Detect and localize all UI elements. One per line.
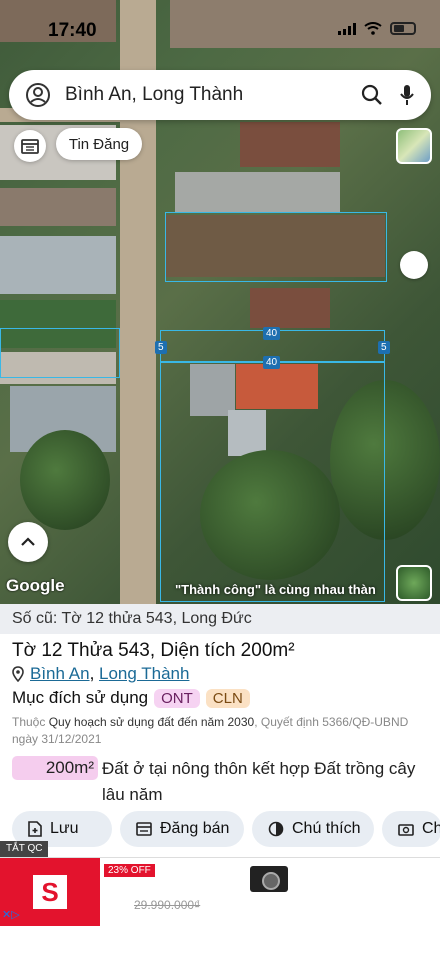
map-banner-text: "Thành công" là cùng nhau thàn — [175, 582, 376, 597]
layer-switch-button[interactable] — [396, 128, 432, 164]
tin-dang-label: Tin Đăng — [68, 135, 130, 153]
signal-icon — [338, 22, 356, 35]
location-dot-button[interactable] — [400, 251, 428, 279]
ad-product[interactable]: 23% OFF 29.990.000₫ — [100, 858, 440, 926]
land-purpose-row: Mục đích sử dụng ONT CLN — [12, 688, 250, 708]
area-description: Đất ở tại nông thôn kết hợp Đất trồng câ… — [102, 759, 416, 804]
post-sale-button[interactable]: Đăng bán — [120, 811, 244, 847]
search-query[interactable]: Bình An, Long Thành — [65, 84, 361, 106]
parcel-edge-label: 40 — [263, 327, 281, 340]
parcel-edge-label: 5 — [378, 341, 390, 354]
parcel-edge-label: 40 — [263, 356, 281, 369]
planning-info: Thuộc Quy hoạch sử dụng đất đến năm 2030… — [12, 714, 432, 748]
ad-logo-letter: S — [33, 875, 67, 909]
tin-dang-chip[interactable]: Tin Đăng — [56, 128, 142, 160]
roof — [0, 188, 116, 226]
camera-icon — [398, 822, 414, 836]
action-bar: Lưu Đăng bán Chú thích Ch — [12, 811, 440, 847]
roof — [250, 288, 330, 328]
tree — [20, 430, 110, 530]
calendar-icon — [21, 138, 39, 154]
search-icon[interactable] — [361, 84, 383, 106]
ad-close-icon[interactable]: ✕▷ — [2, 908, 20, 921]
purpose-label: Mục đích sử dụng — [12, 688, 149, 707]
roof — [175, 172, 340, 212]
wifi-icon — [364, 22, 382, 35]
purpose-tag-ont: ONT — [154, 688, 200, 708]
map-view[interactable]: 40 40 5 5 17:40 Bình An, Long Thành Tin … — [0, 0, 440, 605]
parcel-title: Tờ 12 Thửa 543, Diện tích 200m² — [12, 640, 295, 662]
status-icons — [338, 22, 416, 35]
area-badge: 200m² — [12, 756, 98, 780]
contrast-icon — [268, 821, 284, 837]
camera-product-image — [250, 866, 288, 892]
listing-icon — [136, 822, 152, 836]
parcel-info-panel: Số cũ: Tờ 12 thửa 543, Long Đức Tờ 12 Th… — [0, 604, 440, 856]
ad-toggle-label[interactable]: TẮT QC — [0, 841, 49, 857]
old-number-row: Số cũ: Tờ 12 thửa 543, Long Đức — [0, 604, 440, 634]
expand-up-button[interactable] — [8, 522, 48, 562]
capture-button[interactable]: Ch — [382, 811, 440, 847]
parcel-location: Bình An, Long Thành — [12, 664, 189, 684]
roof — [240, 122, 340, 167]
google-logo: Google — [6, 576, 65, 595]
ward-link[interactable]: Bình An — [30, 664, 90, 683]
save-label: Lưu — [50, 820, 79, 837]
post-sale-label: Đăng bán — [160, 820, 230, 837]
legend-label: Chú thích — [292, 820, 361, 837]
parcel-boundary — [0, 328, 120, 378]
capture-label: Ch — [422, 820, 440, 837]
banner-avatar[interactable] — [396, 565, 432, 601]
parcel-boundary — [160, 362, 385, 602]
calendar-button[interactable] — [14, 130, 46, 162]
location-pin-icon — [12, 666, 24, 682]
plan-name[interactable]: Quy hoạch sử dụng đất đến năm 2030 — [49, 715, 255, 729]
parcel-title-area: Diện tích 200m² — [160, 640, 295, 661]
parcel-edge-label: 5 — [155, 341, 167, 354]
battery-icon — [390, 22, 416, 35]
search-bar[interactable]: Bình An, Long Thành — [9, 70, 431, 120]
roof — [0, 236, 116, 294]
save-icon — [28, 821, 42, 837]
legend-button[interactable]: Chú thích — [252, 811, 374, 847]
parcel-title-prefix: Tờ 12 Thửa 543, — [12, 640, 161, 661]
parcel-boundary — [165, 212, 387, 282]
ad-banner[interactable]: S 23% OFF 29.990.000₫ — [0, 857, 440, 926]
account-icon[interactable] — [25, 82, 51, 108]
microphone-icon[interactable] — [399, 84, 415, 106]
plan-prefix: Thuộc — [12, 715, 49, 729]
district-link[interactable]: Long Thành — [99, 664, 189, 683]
old-price: 29.990.000₫ — [134, 898, 201, 912]
chevron-up-icon — [20, 537, 36, 547]
purpose-tag-cln: CLN — [205, 688, 250, 708]
status-time: 17:40 — [48, 20, 97, 41]
discount-badge: 23% OFF — [104, 864, 155, 877]
location-separator: , — [89, 664, 100, 683]
